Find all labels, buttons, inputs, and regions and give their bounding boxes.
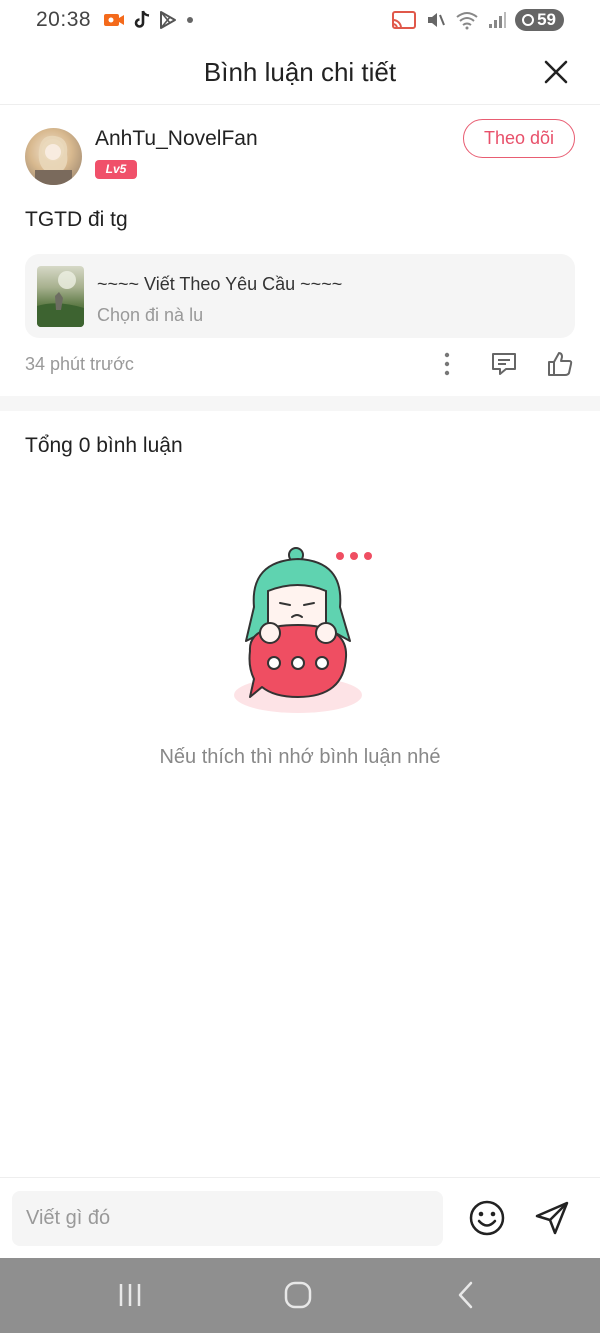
empty-state-message: Nếu thích thì nhớ bình luận nhé — [159, 746, 441, 768]
close-icon — [544, 60, 568, 84]
section-divider — [0, 396, 600, 411]
home-button[interactable] — [278, 1278, 318, 1312]
book-cover-image — [37, 271, 84, 327]
avatar[interactable] — [25, 128, 82, 185]
emoji-button[interactable] — [467, 1198, 507, 1238]
send-icon — [535, 1201, 569, 1235]
cast-icon — [392, 11, 417, 29]
status-bar: 20:38 59 — [0, 0, 600, 40]
play-store-icon — [160, 11, 177, 29]
send-button[interactable] — [532, 1198, 572, 1238]
book-card[interactable]: ~~~~ Viết Theo Yêu Cầu ~~~~ Chọn đi nà l… — [25, 254, 575, 338]
back-button[interactable] — [446, 1278, 486, 1312]
mascot-icon — [234, 547, 372, 713]
like-button[interactable] — [546, 350, 574, 378]
book-title: ~~~~ Viết Theo Yêu Cầu ~~~~ — [97, 274, 343, 294]
emoji-icon — [469, 1200, 505, 1236]
signal-icon — [489, 12, 507, 28]
battery-saver-icon — [522, 14, 535, 26]
book-subtitle: Chọn đi nà lu — [97, 305, 204, 325]
wifi-icon — [456, 12, 478, 30]
level-badge: Lv5 — [95, 160, 137, 179]
battery-level: 59 — [537, 10, 556, 29]
mute-icon — [428, 13, 446, 27]
comment-text: TGTD đi tg — [25, 208, 128, 231]
comment-input-bar — [0, 1177, 600, 1258]
empty-state-illustration — [228, 545, 373, 720]
author-name[interactable]: AnhTu_NovelFan — [95, 127, 258, 151]
home-icon — [284, 1281, 312, 1309]
page-title: Bình luận chi tiết — [203, 56, 397, 87]
header: Bình luận chi tiết — [0, 40, 600, 105]
status-time: 20:38 — [36, 8, 92, 31]
close-button[interactable] — [542, 58, 570, 86]
avatar-image — [35, 135, 72, 185]
back-icon — [458, 1281, 473, 1309]
video-record-icon — [104, 14, 125, 26]
comment-input[interactable] — [12, 1191, 443, 1246]
recent-apps-icon — [119, 1284, 141, 1306]
book-cover — [37, 266, 84, 327]
dot-icon — [187, 17, 194, 23]
recent-apps-button[interactable] — [110, 1278, 150, 1312]
comment-icon — [492, 353, 516, 375]
status-app-icons — [103, 10, 195, 30]
follow-button[interactable]: Theo dõi — [463, 119, 575, 158]
reply-button[interactable] — [490, 350, 518, 378]
battery-indicator: 59 — [515, 9, 564, 31]
status-right: 59 — [391, 9, 564, 31]
thumbs-up-icon — [548, 352, 573, 376]
more-options-button[interactable] — [433, 350, 461, 378]
system-nav-bar — [0, 1258, 600, 1333]
total-comments: Tổng 0 bình luận — [25, 434, 183, 457]
tiktok-icon — [134, 10, 150, 28]
comment-timestamp: 34 phút trước — [25, 354, 134, 374]
more-vertical-icon — [444, 352, 450, 376]
